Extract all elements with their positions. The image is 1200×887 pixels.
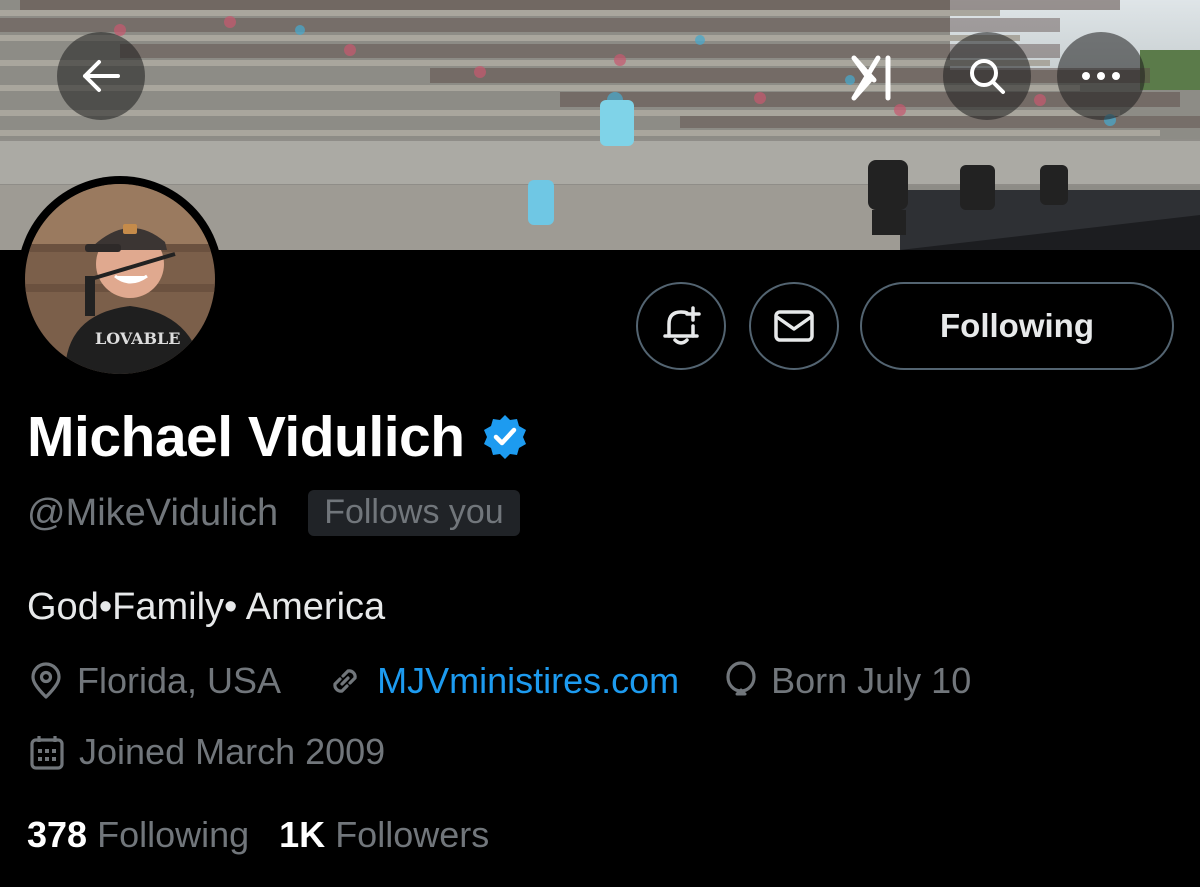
location: Florida, USA: [27, 660, 281, 702]
display-name: Michael Vidulich: [27, 405, 465, 469]
followers-stat[interactable]: 1K Followers: [279, 814, 489, 856]
more-icon: [1082, 72, 1120, 80]
location-text: Florida, USA: [77, 660, 282, 701]
verified-badge-icon[interactable]: [481, 413, 529, 461]
follows-you-badge: Follows you: [308, 490, 520, 536]
bio: God•Family• America: [27, 586, 386, 628]
joined-text: Joined March 2009: [79, 731, 386, 772]
birthday: Born July 10: [723, 660, 971, 702]
envelope-icon: [774, 310, 814, 342]
avatar-image: LOVABLE: [25, 184, 215, 374]
avatar[interactable]: LOVABLE: [17, 176, 223, 382]
following-count: 378: [27, 814, 88, 855]
more-options-button[interactable]: [1057, 32, 1145, 120]
search-icon: [970, 59, 1005, 94]
back-arrow-icon: [83, 60, 120, 92]
xai-logo-icon[interactable]: [848, 50, 904, 106]
calendar-icon: [30, 736, 64, 770]
following-stat[interactable]: 378 Following: [27, 814, 249, 856]
website[interactable]: MJVministires.com: [325, 660, 679, 702]
website-link[interactable]: MJVministires.com: [377, 660, 679, 702]
following-label: Following: [97, 814, 250, 855]
birthday-text: Born July 10: [771, 660, 972, 701]
location-pin-icon: [31, 662, 61, 699]
search-button[interactable]: [943, 32, 1031, 120]
balloon-icon: [726, 661, 756, 696]
profile-meta: Florida, USA MJVministires.com Born July…: [27, 660, 1015, 702]
follow-stats: 378 Following 1K Followers: [27, 814, 519, 856]
name-row: Michael Vidulich: [27, 404, 529, 470]
notifications-button[interactable]: [636, 282, 726, 370]
joined: Joined March 2009: [27, 731, 385, 773]
link-icon: [333, 669, 357, 693]
profile-meta-joined: Joined March 2009: [27, 731, 429, 773]
followers-label: Followers: [335, 814, 490, 855]
svg-text:LOVABLE: LOVABLE: [95, 329, 180, 348]
handle: @MikeVidulich: [27, 491, 279, 534]
message-button[interactable]: [749, 282, 839, 370]
back-button[interactable]: [57, 32, 145, 120]
following-button[interactable]: Following: [860, 282, 1174, 370]
handle-row: @MikeVidulich Follows you: [27, 490, 520, 536]
followers-count: 1K: [279, 814, 326, 855]
bell-plus-icon: [663, 306, 701, 345]
